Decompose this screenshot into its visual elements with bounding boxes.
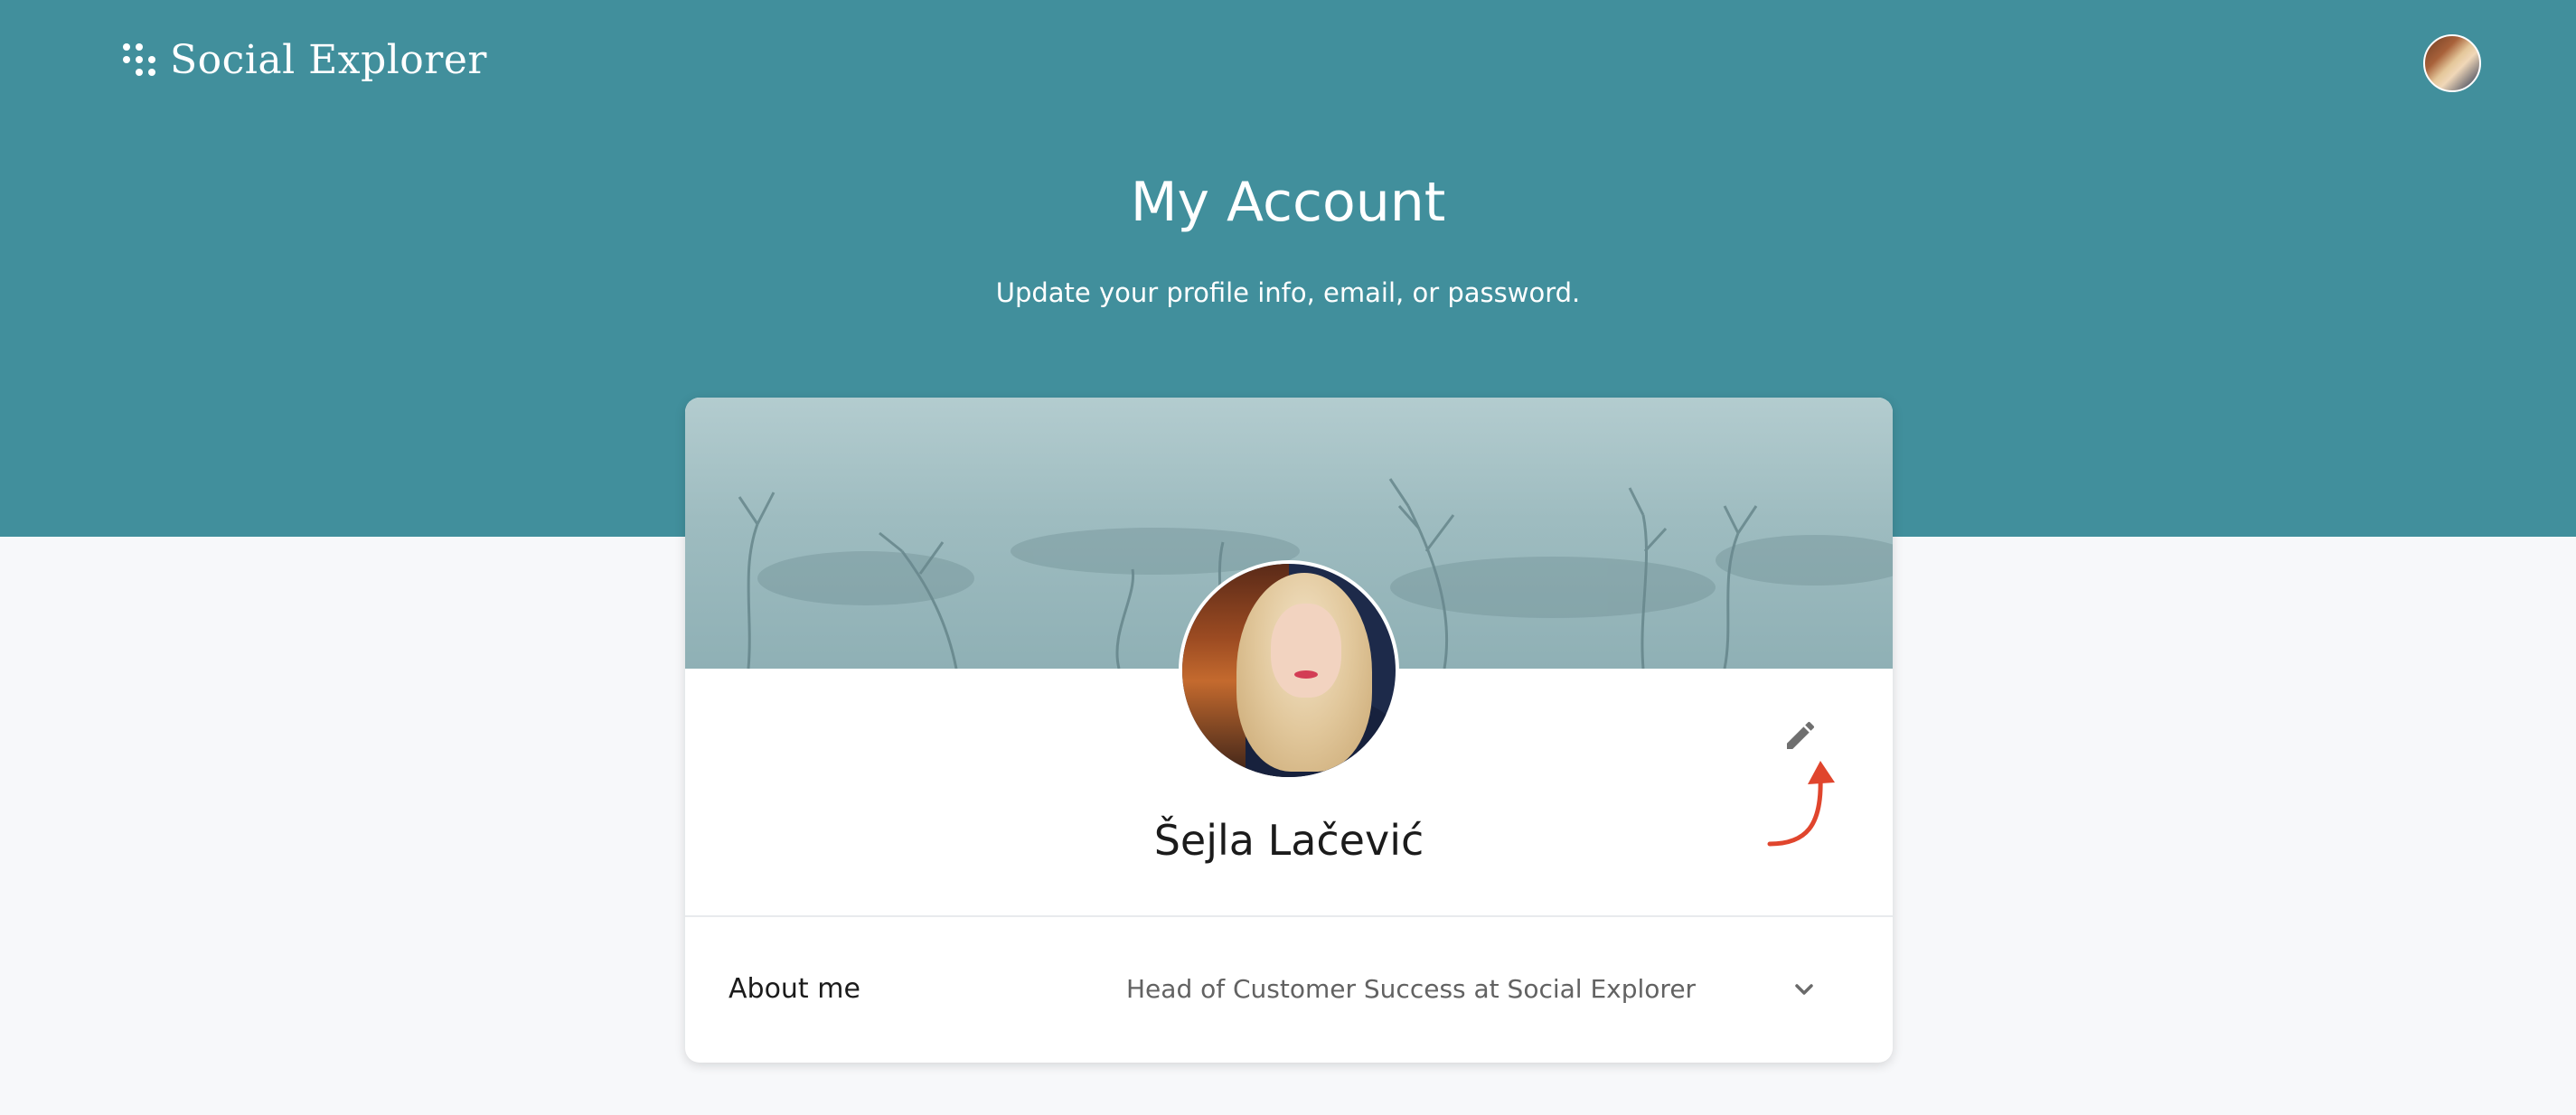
page-subtitle: Update your profile info, email, or pass… (995, 277, 1581, 308)
chevron-down-icon[interactable] (1790, 975, 1819, 1004)
profile-avatar[interactable] (1179, 560, 1399, 781)
about-me-label: About me (729, 973, 860, 1005)
profile-card: Šejla Lačević About me Head of Customer … (685, 398, 1893, 1063)
page-title: My Account (1130, 171, 1446, 234)
user-avatar[interactable] (2423, 34, 2481, 92)
profile-name: Šejla Lačević (1153, 816, 1424, 865)
pencil-icon (1787, 721, 1815, 749)
about-me-row[interactable]: About me Head of Customer Success at Soc… (685, 917, 1893, 1063)
about-me-value: Head of Customer Success at Social Explo… (1126, 974, 1697, 1004)
edit-profile-button[interactable] (1779, 714, 1822, 757)
dots-logo-icon (121, 42, 159, 80)
brand-logo[interactable]: Social Explorer (121, 38, 487, 83)
brand-name: Social Explorer (170, 37, 487, 83)
